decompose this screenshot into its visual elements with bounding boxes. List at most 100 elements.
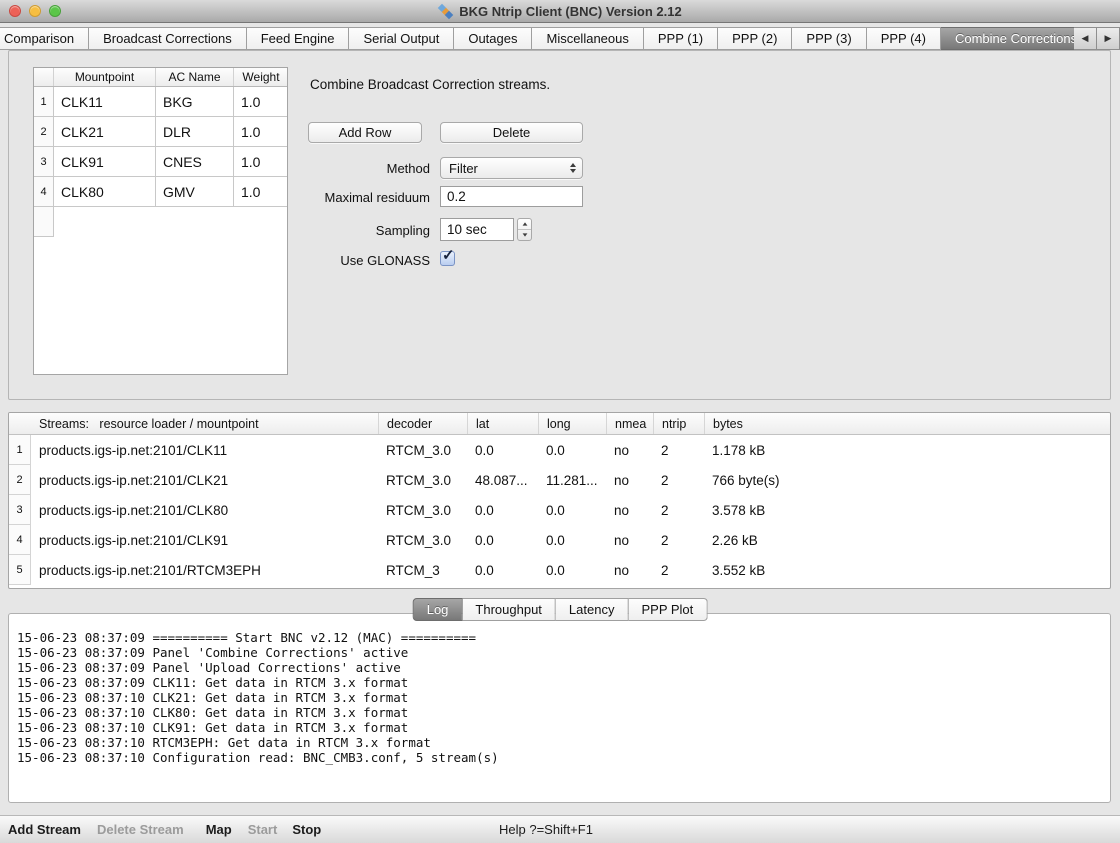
tab-ppp-plot[interactable]: PPP Plot	[628, 598, 707, 621]
row-header	[34, 207, 54, 237]
stream-long-cell: 0.0	[538, 525, 606, 555]
row-header[interactable]: 5	[9, 555, 31, 585]
use-glonass-checkbox[interactable]: ✓	[440, 251, 455, 266]
ac-name-cell[interactable]: CNES	[156, 147, 234, 177]
sampling-stepper	[517, 218, 532, 241]
delete-button[interactable]: Delete	[440, 122, 583, 143]
stream-bytes-cell: 3.552 kB	[704, 555, 1110, 585]
stream-lat-cell: 0.0	[467, 435, 538, 465]
mountpoint-row: 2 CLK21 DLR 1.0	[34, 117, 287, 147]
use-glonass-label: Use GLONASS	[290, 253, 430, 268]
weight-cell[interactable]: 1.0	[234, 117, 288, 147]
stream-bytes-cell: 3.578 kB	[704, 495, 1110, 525]
mountpoint-cell[interactable]: CLK21	[54, 117, 156, 147]
stream-long-cell: 11.281...	[538, 465, 606, 495]
method-label: Method	[290, 161, 430, 176]
tab-feed-engine[interactable]: Feed Engine	[247, 27, 350, 50]
column-header-bytes: bytes	[704, 413, 1110, 434]
chevron-left-icon: ◀	[1082, 33, 1089, 44]
weight-cell[interactable]: 1.0	[234, 147, 288, 177]
stream-decoder-cell: RTCM_3.0	[378, 465, 467, 495]
stream-nmea-cell: no	[606, 435, 653, 465]
stream-row[interactable]: 2 products.igs-ip.net:2101/CLK21 RTCM_3.…	[9, 465, 1110, 495]
tab-ppp-2[interactable]: PPP (2)	[718, 27, 792, 50]
window-title: BKG Ntrip Client (BNC) Version 2.12	[459, 4, 681, 19]
zoom-button[interactable]	[49, 5, 61, 17]
log-line: 15-06-23 08:37:10 RTCM3EPH: Get data in …	[17, 735, 1102, 750]
checkmark-icon: ✓	[442, 246, 455, 264]
tab-ppp-1[interactable]: PPP (1)	[644, 27, 718, 50]
tab-latency[interactable]: Latency	[556, 598, 629, 621]
log-line: 15-06-23 08:37:09 ========== Start BNC v…	[17, 630, 1102, 645]
tab-ppp-3[interactable]: PPP (3)	[792, 27, 866, 50]
row-header[interactable]: 1	[34, 87, 54, 117]
stream-row[interactable]: 1 products.igs-ip.net:2101/CLK11 RTCM_3.…	[9, 435, 1110, 465]
row-header[interactable]: 1	[9, 435, 31, 465]
tab-scroll-left-button[interactable]: ◀	[1074, 27, 1097, 50]
tab-scroll-right-button[interactable]: ▶	[1097, 27, 1120, 50]
add-stream-button[interactable]: Add Stream	[8, 822, 81, 837]
weight-cell[interactable]: 1.0	[234, 177, 288, 207]
stream-row[interactable]: 4 products.igs-ip.net:2101/CLK91 RTCM_3.…	[9, 525, 1110, 555]
stepper-down-button[interactable]	[518, 230, 531, 240]
sampling-input[interactable]: 10 sec	[440, 218, 514, 241]
close-button[interactable]	[9, 5, 21, 17]
stop-button[interactable]: Stop	[292, 822, 321, 837]
tab-serial-output[interactable]: Serial Output	[349, 27, 454, 50]
weight-cell[interactable]: 1.0	[234, 87, 288, 117]
column-header-long: long	[538, 413, 606, 434]
tab-ppp-4[interactable]: PPP (4)	[867, 27, 941, 50]
mountpoint-cell[interactable]: CLK91	[54, 147, 156, 177]
tab-throughput[interactable]: Throughput	[462, 598, 556, 621]
tab-outages[interactable]: Outages	[454, 27, 532, 50]
traffic-lights	[9, 5, 61, 17]
method-dropdown[interactable]: Filter	[440, 157, 583, 179]
column-header-decoder: decoder	[378, 413, 467, 434]
row-header[interactable]: 2	[9, 465, 31, 495]
maximal-residuum-label: Maximal residuum	[290, 190, 430, 205]
tab-broadcast-corrections[interactable]: Broadcast Corrections	[89, 27, 247, 50]
row-header[interactable]: 3	[34, 147, 54, 177]
stream-ntrip-cell: 2	[653, 555, 704, 585]
start-button: Start	[248, 822, 278, 837]
panel-description: Combine Broadcast Correction streams.	[310, 77, 550, 92]
arrow-down-icon	[522, 233, 527, 236]
maximal-residuum-input[interactable]: 0.2	[440, 186, 583, 207]
row-header[interactable]: 4	[9, 525, 31, 555]
ac-name-cell[interactable]: BKG	[156, 87, 234, 117]
row-header[interactable]: 2	[34, 117, 54, 147]
stream-row[interactable]: 5 products.igs-ip.net:2101/RTCM3EPH RTCM…	[9, 555, 1110, 585]
tab-log[interactable]: Log	[413, 598, 463, 621]
map-button[interactable]: Map	[206, 822, 232, 837]
stream-ntrip-cell: 2	[653, 465, 704, 495]
tab-miscellaneous[interactable]: Miscellaneous	[532, 27, 643, 50]
stream-row[interactable]: 3 products.igs-ip.net:2101/CLK80 RTCM_3.…	[9, 495, 1110, 525]
log-panel: 15-06-23 08:37:09 ========== Start BNC v…	[8, 613, 1111, 803]
column-header-lat: lat	[467, 413, 538, 434]
mountpoint-cell[interactable]: CLK80	[54, 177, 156, 207]
chevron-right-icon: ▶	[1105, 33, 1112, 44]
tab-comparison[interactable]: Comparison	[0, 27, 89, 50]
ac-name-cell[interactable]: GMV	[156, 177, 234, 207]
tab-combine-corrections[interactable]: Combine Corrections	[941, 27, 1092, 50]
minimize-button[interactable]	[29, 5, 41, 17]
streams-table: Streams: resource loader / mountpoint de…	[8, 412, 1111, 589]
ac-name-cell[interactable]: DLR	[156, 117, 234, 147]
window-title-group: BKG Ntrip Client (BNC) Version 2.12	[438, 4, 681, 19]
stepper-up-button[interactable]	[518, 219, 531, 230]
mountpoint-row: 3 CLK91 CNES 1.0	[34, 147, 287, 177]
stream-mountpoint-cell: products.igs-ip.net:2101/CLK80	[31, 495, 378, 525]
mountpoint-cell[interactable]: CLK11	[54, 87, 156, 117]
row-header[interactable]: 3	[9, 495, 31, 525]
corner-cell	[34, 68, 54, 86]
main-tab-bar: Comparison Broadcast Corrections Feed En…	[0, 27, 1120, 50]
stream-ntrip-cell: 2	[653, 495, 704, 525]
add-row-button[interactable]: Add Row	[308, 122, 422, 143]
log-line: 15-06-23 08:37:09 CLK11: Get data in RTC…	[17, 675, 1102, 690]
column-header-ac-name: AC Name	[156, 68, 234, 86]
title-bar[interactable]: BKG Ntrip Client (BNC) Version 2.12	[0, 0, 1120, 23]
stream-decoder-cell: RTCM_3	[378, 555, 467, 585]
tab-scroll-buttons: ◀ ▶	[1074, 27, 1120, 50]
bnc-main-window: BKG Ntrip Client (BNC) Version 2.12 Comp…	[0, 0, 1120, 843]
row-header[interactable]: 4	[34, 177, 54, 207]
